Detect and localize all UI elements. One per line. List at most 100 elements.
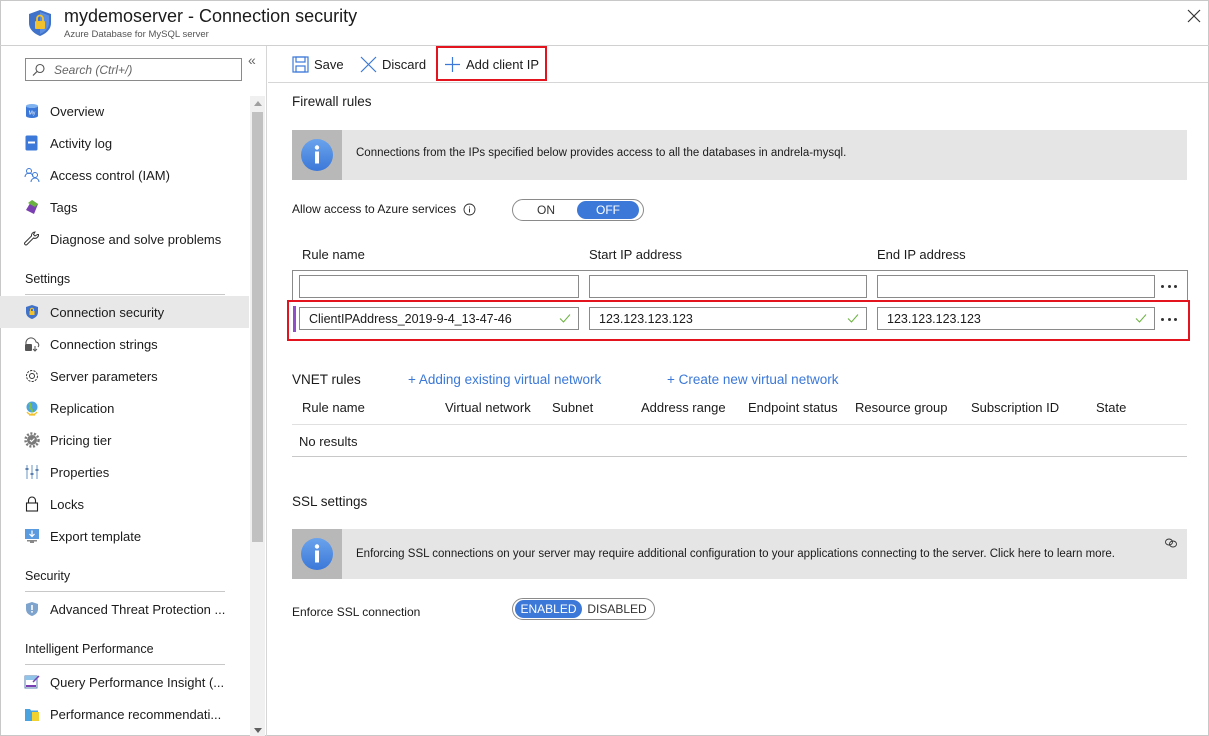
firewall-info-banner: Connections from the IPs specified below…: [292, 130, 1187, 180]
sidebar-item-locks[interactable]: Locks: [0, 488, 249, 520]
divider: [292, 424, 1187, 425]
sidebar-item-properties[interactable]: Properties: [0, 456, 249, 488]
mysql-database-icon: My: [23, 103, 40, 120]
sidebar: « My Overview Activity log Access contro…: [0, 46, 267, 736]
sidebar-item-export-template[interactable]: Export template: [0, 520, 249, 552]
sidebar-item-label: Activity log: [50, 135, 113, 151]
new-start-ip-input[interactable]: [589, 275, 867, 298]
sidebar-item-label: Overview: [50, 103, 105, 119]
vnet-col-subnet: Subnet: [552, 400, 594, 415]
toggle-off-option[interactable]: OFF: [577, 201, 639, 219]
ssl-enabled-option[interactable]: ENABLED: [515, 600, 582, 618]
sidebar-item-label: Tags: [50, 199, 78, 215]
scroll-up-arrow-icon[interactable]: [254, 101, 262, 106]
query-insight-icon: [23, 674, 40, 691]
enforce-ssl-label: Enforce SSL connection: [292, 605, 421, 619]
sidebar-item-connection-security[interactable]: Connection security: [0, 296, 249, 328]
wrench-icon: [23, 231, 40, 248]
gear-icon: [23, 368, 40, 385]
connection-strings-icon: [23, 336, 40, 353]
properties-sliders-icon: [23, 464, 40, 481]
discard-label: Discard: [382, 56, 427, 72]
sidebar-item-label: Advanced Threat Protection ...: [50, 601, 226, 617]
highlight-add-client-ip: [436, 46, 547, 81]
blade-header: mydemoserver - Connection security Azure…: [0, 0, 1209, 46]
folder-recommendations-icon: [23, 706, 40, 723]
vnet-col-resource-group: Resource group: [855, 400, 948, 415]
sidebar-item-performance-recommendations[interactable]: Performance recommendati...: [0, 698, 249, 730]
sidebar-item-label: Server parameters: [50, 368, 158, 384]
col-rule-name: Rule name: [302, 247, 365, 262]
sidebar-item-diagnose[interactable]: Diagnose and solve problems: [0, 223, 249, 255]
new-rule-name-input[interactable]: [299, 275, 579, 298]
create-new-vnet-link[interactable]: + Create new virtual network: [667, 372, 838, 387]
divider: [292, 456, 1187, 457]
sidebar-item-label: Connection strings: [50, 336, 158, 352]
save-button[interactable]: Save: [292, 54, 344, 74]
ssl-settings-heading: SSL settings: [292, 494, 368, 509]
search-icon: [32, 63, 45, 76]
vnet-col-address-range: Address range: [641, 400, 726, 415]
sidebar-item-label: Pricing tier: [50, 432, 112, 448]
discard-x-icon: [360, 56, 377, 72]
allow-azure-services-label: Allow access to Azure services: [292, 202, 457, 216]
sidebar-item-connection-strings[interactable]: Connection strings: [0, 328, 249, 360]
discard-button[interactable]: Discard: [360, 54, 426, 74]
section-intelligent-performance: Intelligent Performance: [25, 642, 154, 656]
firewall-info-text: Connections from the IPs specified below…: [356, 147, 847, 159]
command-bar: Save Discard Add client IP: [268, 46, 1208, 83]
scrollbar-thumb[interactable]: [252, 112, 263, 542]
vnet-col-state: State: [1096, 400, 1127, 415]
globe-icon: [23, 400, 40, 417]
info-tooltip-icon[interactable]: [463, 203, 476, 216]
allow-azure-services-toggle[interactable]: ON OFF: [512, 199, 644, 221]
sidebar-item-replication[interactable]: Replication: [0, 392, 249, 424]
info-icon: [301, 139, 333, 171]
collapse-sidebar-button[interactable]: «: [248, 52, 256, 68]
people-icon: [23, 167, 40, 184]
sidebar-item-label: Query Performance Insight (...: [50, 674, 225, 690]
sidebar-item-label: Replication: [50, 400, 115, 416]
ssl-info-banner[interactable]: Enforcing SSL connections on your server…: [292, 529, 1187, 579]
firewall-rules-heading: Firewall rules: [292, 94, 372, 109]
lock-icon: [23, 496, 40, 513]
close-icon[interactable]: [1186, 8, 1202, 24]
section-security: Security: [25, 569, 71, 583]
toggle-on-option[interactable]: ON: [515, 201, 577, 219]
sidebar-item-query-performance-insight[interactable]: Query Performance Insight (...: [0, 666, 249, 698]
main-content: Firewall rules Connections from the IPs …: [268, 84, 1208, 736]
ssl-disabled-option[interactable]: DISABLED: [582, 600, 652, 618]
sidebar-item-pricing-tier[interactable]: Pricing tier: [0, 424, 249, 456]
scroll-down-arrow-icon[interactable]: [254, 728, 262, 733]
sidebar-item-overview[interactable]: My Overview: [0, 95, 249, 127]
divider: [25, 294, 225, 295]
search-input[interactable]: [54, 61, 234, 78]
search-box[interactable]: [25, 58, 242, 81]
save-label: Save: [314, 56, 344, 72]
vnet-col-rule-name: Rule name: [302, 400, 365, 415]
enforce-ssl-toggle[interactable]: ENABLED DISABLED: [512, 598, 655, 620]
ssl-info-text[interactable]: Enforcing SSL connections on your server…: [356, 548, 1115, 560]
vnet-col-subscription-id: Subscription ID: [971, 400, 1060, 415]
page-subtitle: Azure Database for MySQL server: [64, 29, 209, 40]
sidebar-item-advanced-threat-protection[interactable]: Advanced Threat Protection ...: [0, 593, 249, 625]
info-icon: [301, 538, 333, 570]
sidebar-item-server-parameters[interactable]: Server parameters: [0, 360, 249, 392]
highlight-client-ip-row: [287, 300, 1190, 341]
sidebar-item-label: Properties: [50, 464, 110, 480]
sidebar-item-label: Connection security: [50, 304, 165, 320]
allow-azure-services-label-wrap: Allow access to Azure services: [292, 202, 476, 216]
sidebar-scrollbar[interactable]: [250, 96, 265, 736]
save-icon: [292, 55, 309, 73]
new-end-ip-input[interactable]: [877, 275, 1155, 298]
page-title: mydemoserver - Connection security: [64, 6, 358, 26]
sidebar-item-access-control[interactable]: Access control (IAM): [0, 159, 249, 191]
vnet-col-virtual-network: Virtual network: [445, 400, 531, 415]
vnet-rules-heading: VNET rules: [292, 372, 361, 387]
add-existing-vnet-link[interactable]: + Adding existing virtual network: [408, 372, 601, 387]
shield-lock-icon: [29, 10, 51, 36]
sidebar-item-tags[interactable]: Tags: [0, 191, 249, 223]
sidebar-item-activity-log[interactable]: Activity log: [0, 127, 249, 159]
link-icon[interactable]: [1164, 537, 1178, 549]
more-options-button[interactable]: [1158, 277, 1180, 295]
